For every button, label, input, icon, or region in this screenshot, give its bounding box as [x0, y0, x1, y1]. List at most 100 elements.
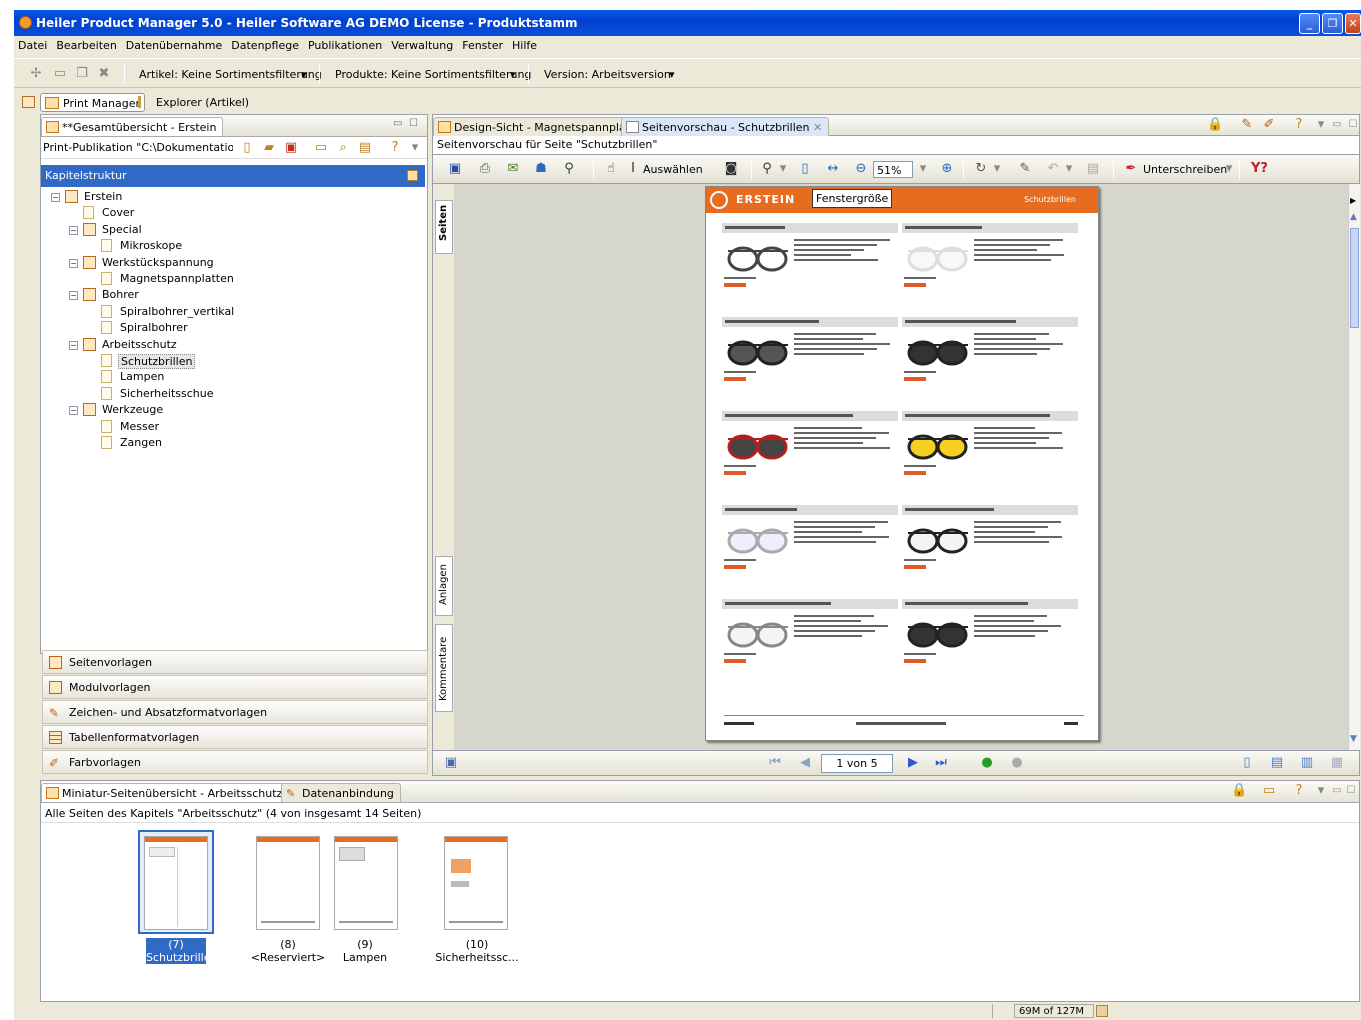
expand-toggle-icon[interactable]: −	[69, 406, 78, 416]
stack-modulvorlagen[interactable]: Modulvorlagen	[42, 675, 428, 699]
tab-gesamtuebersicht[interactable]: **Gesamtübersicht - Erstein	[41, 117, 224, 136]
layout-icon[interactable]: ▭	[313, 140, 329, 156]
artikel-filter-dropdown-icon[interactable]: ▾	[301, 68, 307, 81]
menu-hilfe[interactable]: Hilfe	[508, 36, 542, 52]
select-tool-label[interactable]: Auswählen	[643, 163, 703, 176]
minimize-editor-icon[interactable]: ▭	[1329, 117, 1345, 133]
perspective-print-manager[interactable]: Print Manager	[40, 93, 146, 112]
expand-toggle-icon[interactable]: −	[69, 225, 78, 235]
edit-alt-icon[interactable]: ✐	[1261, 117, 1277, 133]
thumbnail-label-7[interactable]: (7) Schutzbrillen	[146, 938, 217, 964]
produkte-filter-dropdown-icon[interactable]: ▾	[510, 68, 516, 81]
previous-page-icon[interactable]: ◀	[797, 755, 813, 771]
organizer-icon[interactable]: ☗	[533, 161, 549, 177]
lock-icon[interactable]: 🔒	[1207, 117, 1223, 133]
thumbnail-label-10[interactable]: (10) Sicherheitssc...	[434, 938, 520, 964]
thumbnail-page-9[interactable]	[334, 836, 398, 930]
rotate-icon[interactable]: ↻	[973, 161, 989, 177]
undo-dropdown-icon[interactable]: ▾	[1061, 161, 1077, 177]
bottom-help-icon[interactable]: ?	[1291, 783, 1307, 799]
thumbnail-page-10[interactable]	[444, 836, 508, 930]
bottom-lock-icon[interactable]: 🔒	[1231, 783, 1247, 799]
maximize-view-icon[interactable]: ☐	[409, 118, 418, 129]
sign-icon[interactable]: ✒	[1123, 161, 1139, 177]
search-icon[interactable]: ⌕	[335, 140, 351, 156]
open-folder-icon[interactable]: ▰	[261, 140, 277, 156]
expand-toggle-icon[interactable]: −	[69, 291, 78, 301]
garbage-collect-icon[interactable]	[1096, 1005, 1108, 1017]
rotate-dropdown-icon[interactable]: ▾	[989, 161, 1005, 177]
zoom-dropdown-icon[interactable]: ▾	[915, 161, 931, 177]
print-icon[interactable]: ⎙	[477, 161, 493, 177]
expand-toggle-icon[interactable]: −	[69, 340, 78, 350]
expand-toggle-icon[interactable]: −	[51, 193, 60, 202]
close-button[interactable]: ✕	[1345, 13, 1361, 34]
sign-button[interactable]: Unterschreiben	[1143, 163, 1227, 176]
zoom-out-icon[interactable]: ⊖	[853, 161, 869, 177]
select-tool-icon[interactable]: I	[625, 161, 641, 177]
save-icon[interactable]: ▭	[52, 66, 68, 82]
maximize-editor-icon[interactable]: ☐	[1345, 117, 1361, 133]
close-tab-icon[interactable]: ✕	[813, 121, 822, 134]
go-back-icon[interactable]: ●	[979, 755, 995, 771]
thumbnail-page-8[interactable]	[256, 836, 320, 930]
zoom-input[interactable]: 51%	[873, 161, 913, 178]
version-dropdown-icon[interactable]: ▾	[669, 68, 675, 81]
menu-datenpflege[interactable]: Datenpflege	[227, 36, 304, 52]
editor-menu-icon[interactable]: ▾	[1313, 117, 1329, 133]
continuous-facing-icon[interactable]: ▦	[1329, 755, 1345, 771]
delete-icon[interactable]: ✖	[96, 66, 112, 82]
email-icon[interactable]: ✉	[505, 161, 521, 177]
zoom-tool-dropdown-icon[interactable]: ▾	[775, 161, 791, 177]
bottom-menu-icon[interactable]: ▾	[1313, 783, 1329, 799]
properties-icon[interactable]: ▤	[357, 140, 373, 156]
facing-page-icon[interactable]: ▥	[1299, 755, 1315, 771]
zoom-tool-icon[interactable]: ⚲	[759, 161, 775, 177]
scroll-up-icon[interactable]: ▲	[1350, 212, 1357, 222]
tab-miniatur-seitenuebersicht[interactable]: Miniatur-Seitenübersicht - Arbeitsschutz…	[41, 783, 302, 802]
help-icon[interactable]: ?	[387, 140, 403, 156]
edit-icon[interactable]: ✎	[1239, 117, 1255, 133]
new-page-icon[interactable]: ▯	[239, 140, 255, 156]
artikel-filter[interactable]: Artikel: Keine Sortimentsfilterung	[139, 68, 322, 81]
help-pdf-icon[interactable]: Y?	[1251, 161, 1268, 177]
heap-status[interactable]: 69M of 127M	[1014, 1004, 1094, 1018]
menu-fenster[interactable]: Fenster	[458, 36, 508, 52]
new-icon[interactable]: ✢	[28, 66, 44, 82]
zoom-in-icon[interactable]: ⊕	[939, 161, 955, 177]
tab-seitenvorschau[interactable]: Seitenvorschau - Schutzbrillen ✕	[621, 117, 830, 136]
title-bar[interactable]: Heiler Product Manager 5.0 - Heiler Soft…	[14, 10, 1361, 36]
scroll-down-icon[interactable]: ▼	[1350, 734, 1357, 744]
form-icon[interactable]: ▤	[1085, 161, 1101, 177]
find-icon[interactable]: ⚲	[561, 161, 577, 177]
fit-page-icon[interactable]: ▯	[797, 161, 813, 177]
hand-tool-icon[interactable]: ☝	[603, 161, 619, 177]
minimize-button[interactable]: _	[1299, 13, 1320, 34]
comment-icon[interactable]: ✎	[1017, 161, 1033, 177]
bottom-layout-icon[interactable]: ▭	[1261, 783, 1277, 799]
stack-farbvorlagen[interactable]: ✐ Farbvorlagen	[42, 750, 428, 774]
version-selector[interactable]: Version: Arbeitsversion	[544, 68, 671, 81]
copy-icon[interactable]: ❐	[74, 66, 90, 82]
first-page-icon[interactable]: ⏮	[767, 755, 783, 771]
page-number-input[interactable]: 1 von 5	[821, 754, 893, 773]
tab-datenanbindung[interactable]: ✎ Datenanbindung	[281, 783, 401, 802]
perspective-explorer[interactable]: Explorer (Artikel)	[134, 93, 253, 112]
stack-seitenvorlagen[interactable]: Seitenvorlagen	[42, 650, 428, 674]
produkte-filter[interactable]: Produkte: Keine Sortimentsfilterung	[335, 68, 531, 81]
menu-verwaltung[interactable]: Verwaltung	[387, 36, 458, 52]
menu-bearbeiten[interactable]: Bearbeiten	[52, 36, 121, 52]
chapter-structure-icon[interactable]	[407, 170, 418, 181]
undo-icon[interactable]: ↶	[1045, 161, 1061, 177]
stack-zeichenformate[interactable]: ✎ Zeichen- und Absatzformatvorlagen	[42, 700, 428, 724]
next-page-icon[interactable]: ▶	[905, 755, 921, 771]
save-publication-icon[interactable]: ▣	[283, 140, 299, 156]
side-tab-anlagen[interactable]: Anlagen	[435, 556, 453, 616]
continuous-page-icon[interactable]: ▤	[1269, 755, 1285, 771]
page-thumbnail-icon[interactable]: ▣	[443, 755, 459, 771]
single-page-icon[interactable]: ▯	[1239, 755, 1255, 771]
thumbnail-page-7[interactable]	[144, 836, 208, 930]
last-page-icon[interactable]: ⏭	[933, 755, 949, 771]
go-forward-icon[interactable]: ●	[1009, 755, 1025, 771]
help-editor-icon[interactable]: ?	[1291, 117, 1307, 133]
